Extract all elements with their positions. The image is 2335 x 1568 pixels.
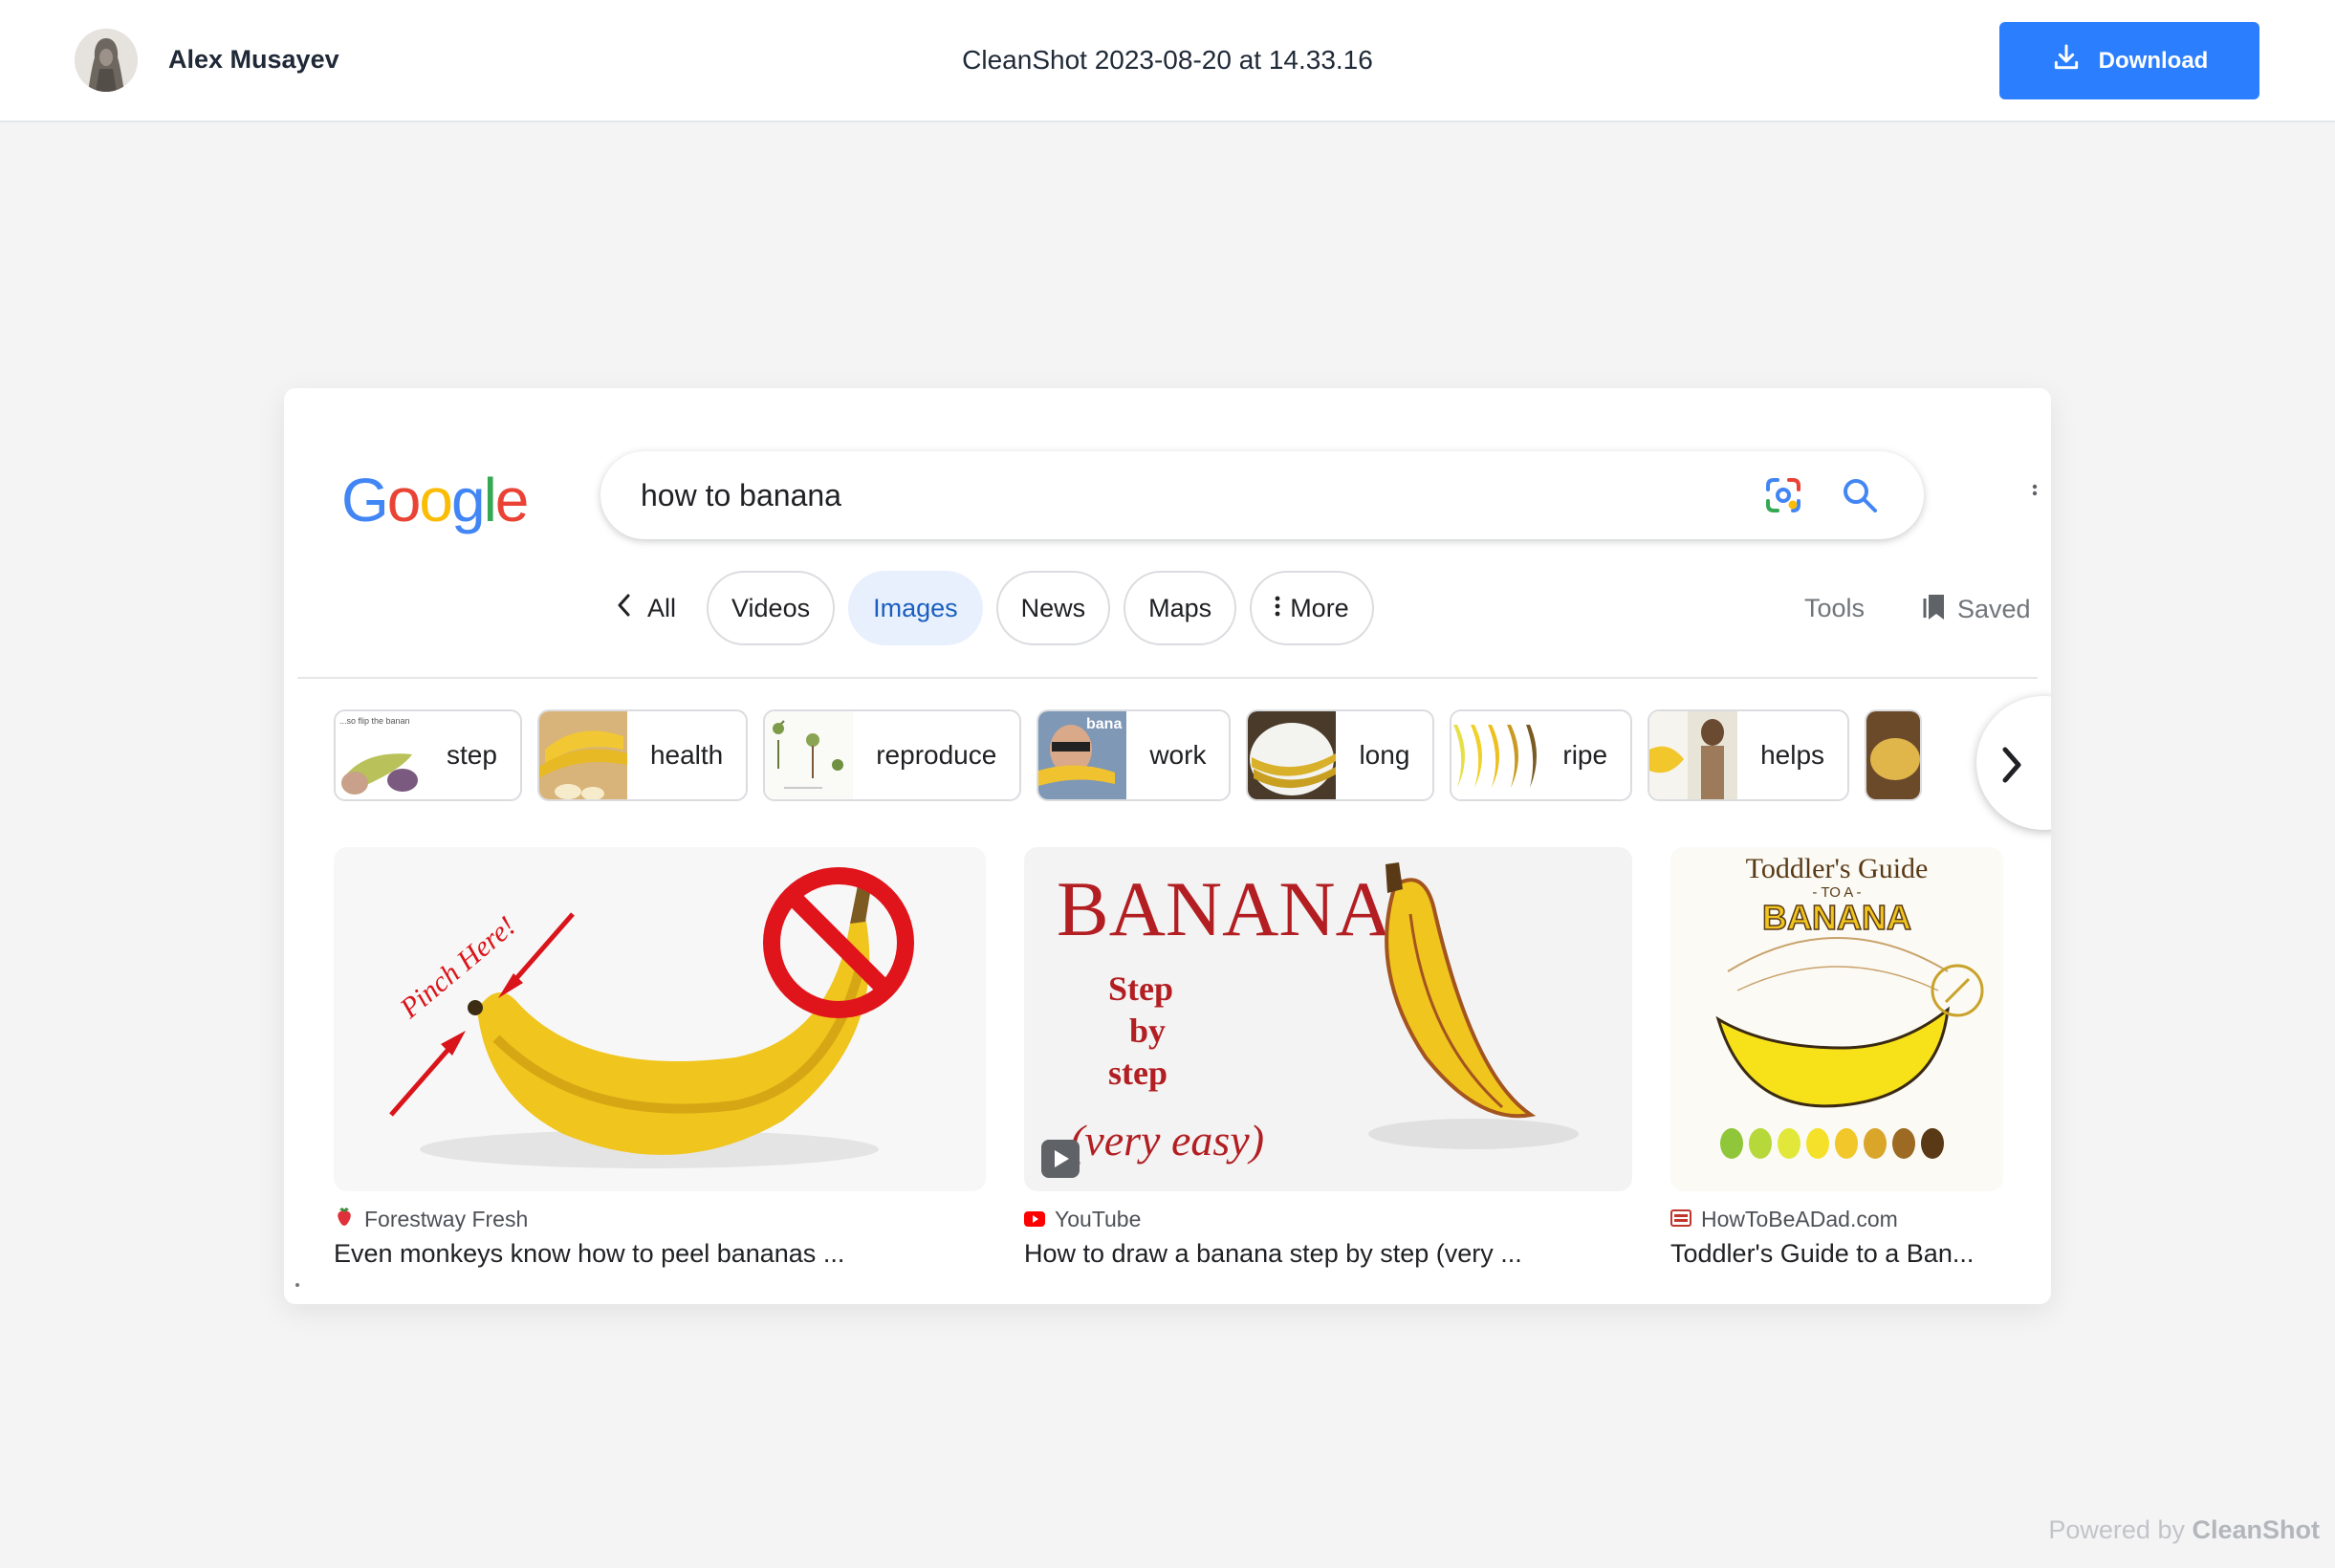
chip-helps[interactable]: helps: [1648, 709, 1850, 801]
result-image[interactable]: BANANA Step by step (very easy): [1024, 847, 1632, 1191]
result-title[interactable]: Even monkeys know how to peel bananas ..…: [334, 1239, 986, 1269]
tab-news[interactable]: News: [995, 571, 1111, 645]
result-source: Forestway Fresh: [334, 1205, 986, 1233]
google-logo[interactable]: Google: [341, 465, 529, 535]
svg-text:Toddler's Guide: Toddler's Guide: [1746, 853, 1929, 884]
chip-partial[interactable]: [1865, 709, 1923, 801]
image-result[interactable]: Pinch Here! Forestway Fresh Even monkeys…: [334, 847, 986, 1269]
image-results: Pinch Here! Forestway Fresh Even monkeys…: [334, 847, 2051, 1268]
screenshot-preview: Google how to banana All Videos Images N…: [284, 388, 2051, 1304]
divider: [297, 677, 2038, 679]
related-searches: ...so flip the banan step health reprodu…: [334, 709, 1923, 801]
result-image[interactable]: Toddler's Guide - TO A - BANANA: [1670, 847, 2003, 1191]
tab-more[interactable]: More: [1250, 571, 1374, 645]
svg-text:...so flip the banan: ...so flip the banan: [339, 716, 410, 726]
svg-text:Step: Step: [1108, 969, 1173, 1008]
apps-menu-icon[interactable]: [2032, 484, 2038, 503]
chevron-left-icon: [617, 593, 632, 624]
chip-health[interactable]: health: [536, 709, 749, 801]
image-result[interactable]: BANANA Step by step (very easy) YouTube …: [1024, 847, 1632, 1269]
chip-thumbnail: bana: [1038, 711, 1127, 799]
result-source: YouTube: [1024, 1205, 1632, 1233]
chip-thumbnail: [1649, 711, 1738, 799]
chip-thumbnail: [1866, 711, 1921, 799]
more-vert-icon: [1275, 594, 1280, 623]
search-input[interactable]: how to banana: [641, 478, 841, 513]
search-tabs: All Videos Images News Maps More: [600, 570, 1374, 646]
howtobeadad-favicon-icon: [1670, 1207, 1691, 1232]
tab-images[interactable]: Images: [848, 571, 983, 645]
chip-long[interactable]: long: [1246, 709, 1435, 801]
powered-by[interactable]: Powered by CleanShot: [2048, 1515, 2320, 1545]
search-box[interactable]: how to banana: [600, 451, 1924, 539]
svg-text:bana: bana: [1086, 716, 1122, 732]
chip-reproduce[interactable]: reproduce: [763, 709, 1022, 801]
top-bar: Alex Musayev CleanShot 2023-08-20 at 14.…: [0, 0, 2335, 122]
chip-thumbnail: ...so flip the banan: [336, 711, 424, 799]
svg-text:(very easy): (very easy): [1070, 1116, 1264, 1165]
svg-text:by: by: [1129, 1012, 1166, 1050]
chip-thumbnail: [538, 711, 627, 799]
bookmark-icon: [1923, 591, 1948, 628]
file-title: CleanShot 2023-08-20 at 14.33.16: [962, 45, 1373, 75]
result-image[interactable]: Pinch Here!: [334, 847, 986, 1191]
play-icon: [1041, 1140, 1080, 1178]
chips-next-button[interactable]: [1976, 696, 2051, 830]
result-source: HowToBeADad.com: [1670, 1205, 2003, 1233]
chip-ripe[interactable]: ripe: [1450, 709, 1633, 801]
chip-work[interactable]: bana work: [1037, 709, 1232, 801]
svg-text:step: step: [1108, 1054, 1168, 1092]
saved-button[interactable]: Saved: [1923, 591, 2031, 628]
result-title[interactable]: How to draw a banana step by step (very …: [1024, 1239, 1632, 1269]
chip-thumbnail: [1451, 711, 1540, 799]
search-icon[interactable]: [1841, 476, 1879, 514]
scroll-indicator: [295, 1283, 299, 1287]
result-title[interactable]: Toddler's Guide to a Ban...: [1670, 1239, 2003, 1269]
image-result[interactable]: Toddler's Guide - TO A - BANANA HowToBeA…: [1670, 847, 2003, 1269]
tab-maps[interactable]: Maps: [1124, 571, 1237, 645]
download-icon: [2051, 42, 2082, 79]
download-button[interactable]: Download: [1999, 22, 2259, 99]
google-lens-icon[interactable]: [1764, 476, 1802, 514]
svg-text:BANANA: BANANA: [1762, 898, 1911, 937]
download-label: Download: [2098, 47, 2209, 74]
tools-button[interactable]: Tools: [1804, 594, 1865, 623]
chip-thumbnail: [765, 711, 854, 799]
tab-all[interactable]: All: [600, 571, 693, 645]
tab-videos[interactable]: Videos: [707, 571, 836, 645]
chip-thumbnail: [1248, 711, 1337, 799]
svg-text:BANANA: BANANA: [1057, 865, 1392, 952]
youtube-favicon-icon: [1024, 1207, 1045, 1232]
strawberry-favicon-icon: [334, 1206, 355, 1232]
chip-step[interactable]: ...so flip the banan step: [334, 709, 522, 801]
